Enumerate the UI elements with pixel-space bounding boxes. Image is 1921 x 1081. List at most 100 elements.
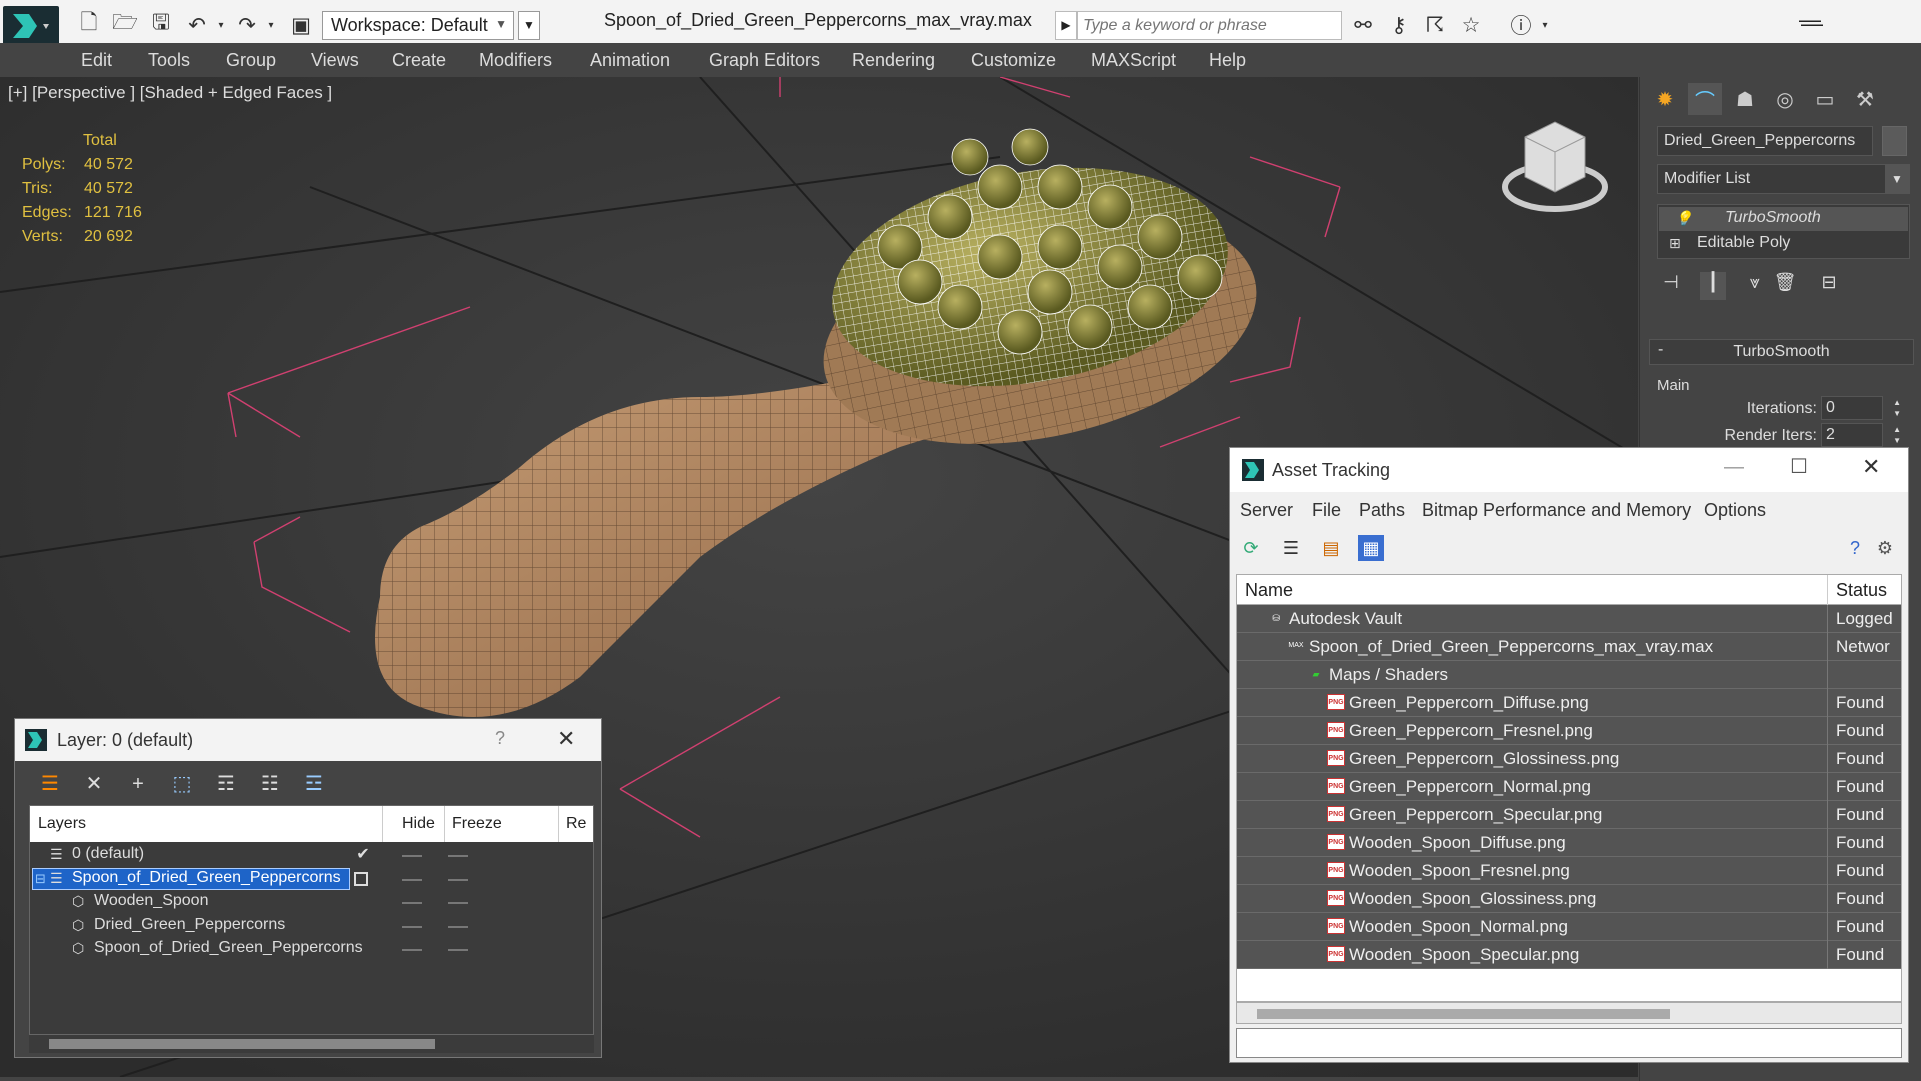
asset-row[interactable]: MAX Spoon_of_Dried_Green_Peppercorns_max_… (1237, 633, 1901, 661)
remove-modifier-icon[interactable]: 🗑 (1772, 272, 1798, 300)
aw-menu-options[interactable]: Options (1704, 500, 1766, 521)
hide-toggle[interactable] (402, 949, 422, 951)
menu-rendering[interactable]: Rendering (852, 50, 935, 71)
layer-window-titlebar[interactable]: Layer: 0 (default) ? ✕ (15, 719, 601, 761)
asset-row[interactable]: PNG Green_Peppercorn_Specular.png Found (1237, 801, 1901, 829)
hide-toggle[interactable] (402, 855, 422, 857)
display-tab-icon[interactable]: ▭ (1808, 83, 1842, 115)
asset-row[interactable]: PNG Wooden_Spoon_Glossiness.png Found (1237, 885, 1901, 913)
menu-animation[interactable]: Animation (590, 50, 670, 71)
stack-item-turbosmooth[interactable]: 💡 TurboSmooth (1659, 207, 1908, 231)
object-name-field[interactable]: Dried_Green_Peppercorns (1657, 126, 1873, 156)
aw-menu-file[interactable]: File (1312, 500, 1341, 521)
pin-stack-icon[interactable]: ⊣ (1658, 272, 1684, 300)
help-icon[interactable]: ⓘ (1508, 12, 1534, 38)
menu-group[interactable]: Group (226, 50, 276, 71)
hide-all-layers-icon[interactable]: ☷ (255, 769, 285, 799)
add-to-layer-icon[interactable]: + (123, 769, 153, 799)
active-layer-check-icon[interactable]: ✔ (354, 844, 372, 863)
asset-row[interactable]: PNG Green_Peppercorn_Glossiness.png Found (1237, 745, 1901, 773)
search-expand-button[interactable]: ▶ (1055, 11, 1077, 40)
freeze-all-layers-icon[interactable]: ☲ (299, 769, 329, 799)
stack-item-editable-poly[interactable]: ⊞ Editable Poly (1659, 232, 1908, 256)
layer-horizontal-scrollbar[interactable] (29, 1035, 594, 1053)
layer-row[interactable]: ⬡ Spoon_of_Dried_Green_Peppercorns (30, 938, 593, 966)
collapse-icon[interactable]: ⊟ (35, 871, 46, 887)
open-file-icon[interactable]: 🗁 (112, 11, 138, 38)
make-unique-icon[interactable]: ⩔ (1742, 272, 1768, 300)
undo-icon[interactable]: ↶ (184, 12, 210, 38)
modifier-list-dropdown[interactable]: Modifier List ▼ (1657, 164, 1910, 194)
menu-customize[interactable]: Customize (971, 50, 1056, 71)
project-folder-icon[interactable]: ▣ (288, 12, 314, 38)
binoculars-icon[interactable]: ⚯ (1350, 12, 1376, 38)
viewport-label[interactable]: [+] [Perspective ] [Shaded + Edged Faces… (8, 83, 332, 103)
freeze-toggle[interactable] (448, 925, 468, 928)
help-icon[interactable]: ? (1842, 535, 1868, 561)
hide-toggle[interactable] (402, 878, 422, 881)
highlight-selected-icon[interactable]: ☶ (211, 769, 241, 799)
new-layer-icon[interactable]: ☰ (35, 769, 65, 799)
column-status-header[interactable]: Status (1836, 580, 1887, 601)
menu-tools[interactable]: Tools (148, 50, 190, 71)
asset-row[interactable]: ▰ Maps / Shaders (1237, 661, 1901, 689)
object-color-swatch[interactable] (1882, 126, 1907, 156)
minimize-icon[interactable]: — (1724, 456, 1744, 479)
aw-menu-paths[interactable]: Paths (1359, 500, 1405, 521)
hide-toggle[interactable] (402, 902, 422, 904)
aw-menu-server[interactable]: Server (1240, 500, 1293, 521)
asset-row[interactable]: PNG Wooden_Spoon_Fresnel.png Found (1237, 857, 1901, 885)
freeze-toggle[interactable] (448, 949, 468, 951)
app-logo-icon[interactable] (3, 6, 59, 46)
favorites-star-icon[interactable]: ☆ (1458, 12, 1484, 38)
column-name-header[interactable]: Name (1245, 580, 1293, 601)
freeze-toggle[interactable] (448, 902, 468, 904)
asset-row[interactable]: PNG Wooden_Spoon_Normal.png Found (1237, 913, 1901, 941)
asset-row[interactable]: PNG Green_Peppercorn_Normal.png Found (1237, 773, 1901, 801)
key-icon[interactable]: ⚷ (1386, 12, 1412, 38)
menu-views[interactable]: Views (311, 50, 359, 71)
help-dropdown-icon[interactable]: ▾ (1532, 12, 1558, 38)
delete-layer-icon[interactable]: ✕ (79, 769, 109, 799)
column-hide-header[interactable]: Hide (402, 815, 435, 833)
undo-dropdown-icon[interactable]: ▾ (208, 12, 234, 38)
make-active-checkbox[interactable] (354, 871, 368, 886)
select-objects-icon[interactable]: ⬚ (167, 769, 197, 799)
redo-dropdown-icon[interactable]: ▾ (258, 12, 284, 38)
create-tab-icon[interactable]: ✹ (1648, 83, 1682, 115)
spinner-arrows-icon[interactable]: ▲ ▼ (1893, 397, 1901, 419)
menu-edit[interactable]: Edit (81, 50, 112, 71)
close-icon[interactable]: ✕ (557, 726, 575, 752)
menu-create[interactable]: Create (392, 50, 446, 71)
asset-row[interactable]: PNG Green_Peppercorn_Fresnel.png Found (1237, 717, 1901, 745)
refresh-icon[interactable]: ⟳ (1238, 535, 1264, 561)
maximize-icon[interactable]: ☐ (1790, 454, 1808, 479)
utilities-tab-icon[interactable]: ⚒ (1848, 83, 1882, 115)
menu-help[interactable]: Help (1209, 50, 1246, 71)
asset-row[interactable]: PNG Wooden_Spoon_Diffuse.png Found (1237, 829, 1901, 857)
asset-row[interactable]: ⛁ Autodesk Vault Logged (1237, 605, 1901, 633)
iterations-spinner[interactable]: Iterations: 0 ▲ ▼ (1657, 395, 1907, 421)
expand-plus-icon[interactable]: ⊞ (1669, 235, 1681, 252)
asset-horizontal-scrollbar[interactable] (1236, 1002, 1902, 1024)
asset-row[interactable]: PNG Wooden_Spoon_Specular.png Found (1237, 941, 1901, 969)
aw-menu-bitmap-performance[interactable]: Bitmap Performance and Memory (1422, 500, 1691, 521)
lightbulb-icon[interactable]: 💡 (1675, 210, 1692, 227)
redo-icon[interactable]: ↷ (234, 12, 260, 38)
column-layers-header[interactable]: Layers (38, 815, 86, 833)
freeze-toggle[interactable] (448, 878, 468, 881)
render-iters-value[interactable]: 2 (1821, 423, 1883, 447)
workspace-dropdown[interactable]: Workspace: Default ▼ (322, 11, 514, 40)
motion-tab-icon[interactable]: ◎ (1768, 83, 1802, 115)
menu-graph-editors[interactable]: Graph Editors (709, 50, 820, 71)
show-end-result-icon[interactable]: ┃ (1700, 272, 1726, 300)
communication-center-icon[interactable]: ☈ (1422, 12, 1448, 38)
scrollbar-thumb[interactable] (49, 1039, 435, 1049)
table-view-icon[interactable]: ▦ (1358, 535, 1384, 561)
menu-modifiers[interactable]: Modifiers (479, 50, 552, 71)
search-input[interactable] (1077, 11, 1342, 40)
modify-tab-icon[interactable]: ⌒ (1688, 83, 1722, 115)
scrollbar-thumb[interactable] (1257, 1009, 1670, 1019)
close-icon[interactable]: ✕ (1862, 454, 1880, 480)
thumbnail-view-icon[interactable]: ▤ (1318, 535, 1344, 561)
